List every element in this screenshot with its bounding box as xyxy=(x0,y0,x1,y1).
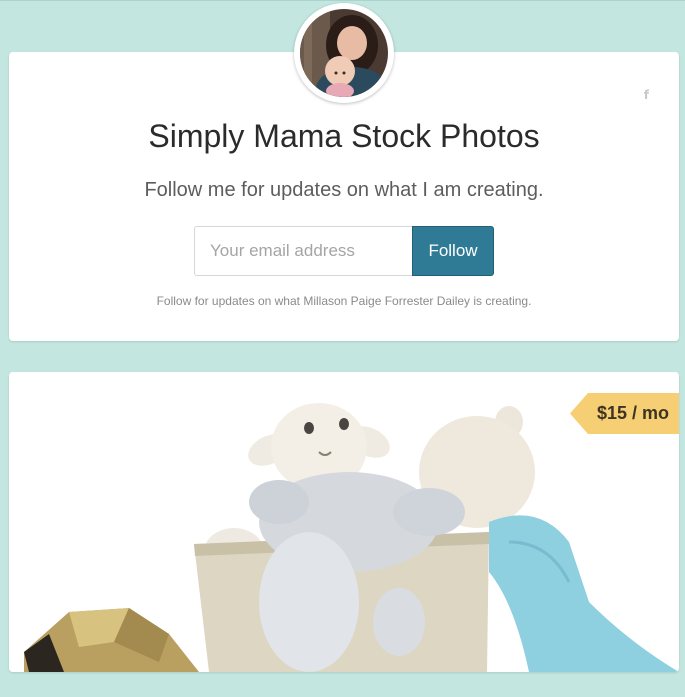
price-tag: $15 / mo xyxy=(569,393,679,434)
profile-photo-icon xyxy=(300,9,388,97)
follow-form: Follow xyxy=(194,226,494,276)
follow-button[interactable]: Follow xyxy=(412,226,494,276)
facebook-icon[interactable]: f xyxy=(644,88,649,102)
top-divider xyxy=(0,0,685,1)
email-input[interactable] xyxy=(194,226,412,276)
page-title: Simply Mama Stock Photos xyxy=(148,118,540,154)
tier-card[interactable]: $15 / mo xyxy=(9,372,679,672)
page-subtitle: Follow me for updates on what I am creat… xyxy=(144,179,544,201)
avatar[interactable] xyxy=(294,3,394,103)
follow-note: Follow for updates on what Millason Paig… xyxy=(156,294,532,308)
